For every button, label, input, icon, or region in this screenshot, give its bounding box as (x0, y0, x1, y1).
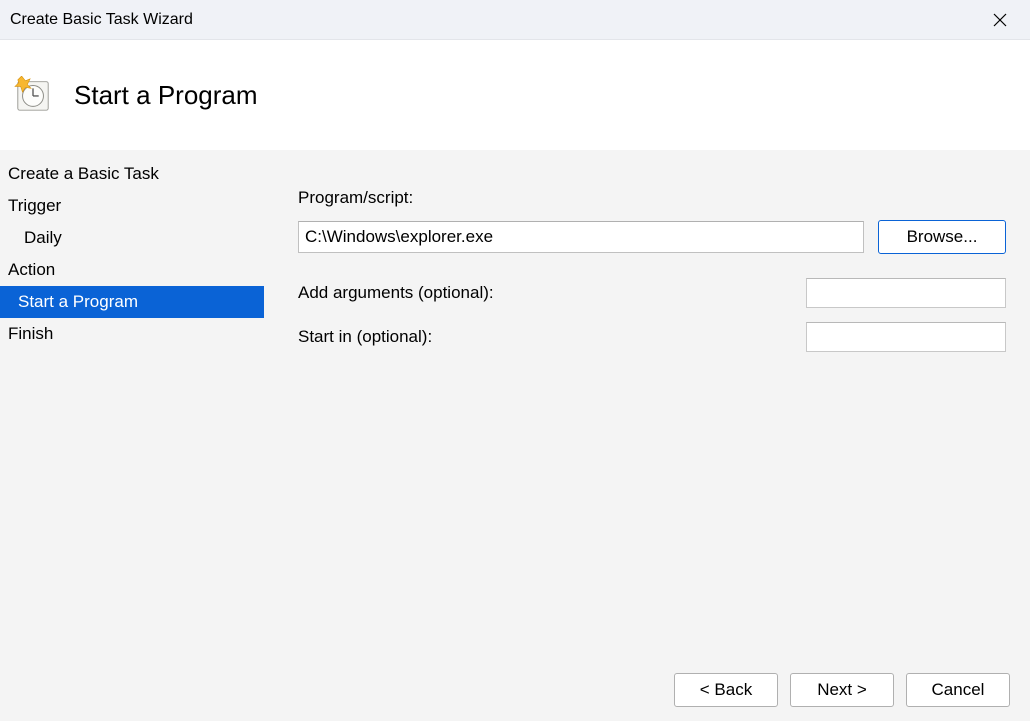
sidebar-item-create-basic-task[interactable]: Create a Basic Task (0, 158, 264, 190)
sidebar-item-action[interactable]: Action (0, 254, 264, 286)
close-icon (993, 13, 1007, 27)
arguments-row: Add arguments (optional): (298, 278, 1006, 308)
wizard-header: Start a Program (0, 40, 1030, 150)
sidebar-item-finish[interactable]: Finish (0, 318, 264, 350)
wizard-content: Program/script: Browse... Add arguments … (264, 150, 1030, 721)
sidebar-item-start-a-program[interactable]: Start a Program (0, 286, 264, 318)
start-in-row: Start in (optional): (298, 322, 1006, 352)
wizard-sidebar: Create a Basic Task Trigger Daily Action… (0, 150, 264, 721)
wizard-footer: < Back Next > Cancel (654, 659, 1030, 721)
clock-scheduler-icon (14, 76, 52, 114)
back-button[interactable]: < Back (674, 673, 778, 707)
program-script-input[interactable] (298, 221, 864, 253)
browse-button[interactable]: Browse... (878, 220, 1006, 254)
start-in-input[interactable] (806, 322, 1006, 352)
arguments-input[interactable] (806, 278, 1006, 308)
wizard-step-title: Start a Program (74, 80, 258, 111)
start-in-label: Start in (optional): (298, 327, 432, 347)
close-button[interactable] (980, 0, 1020, 40)
program-script-row: Program/script: Browse... (298, 188, 1006, 254)
titlebar: Create Basic Task Wizard (0, 0, 1030, 40)
cancel-button[interactable]: Cancel (906, 673, 1010, 707)
sidebar-item-daily[interactable]: Daily (0, 222, 264, 254)
program-script-input-row: Browse... (298, 220, 1006, 254)
next-button[interactable]: Next > (790, 673, 894, 707)
sidebar-item-trigger[interactable]: Trigger (0, 190, 264, 222)
window-title: Create Basic Task Wizard (10, 11, 193, 29)
arguments-label: Add arguments (optional): (298, 283, 494, 303)
wizard-body: Create a Basic Task Trigger Daily Action… (0, 150, 1030, 721)
program-script-label: Program/script: (298, 188, 1006, 208)
